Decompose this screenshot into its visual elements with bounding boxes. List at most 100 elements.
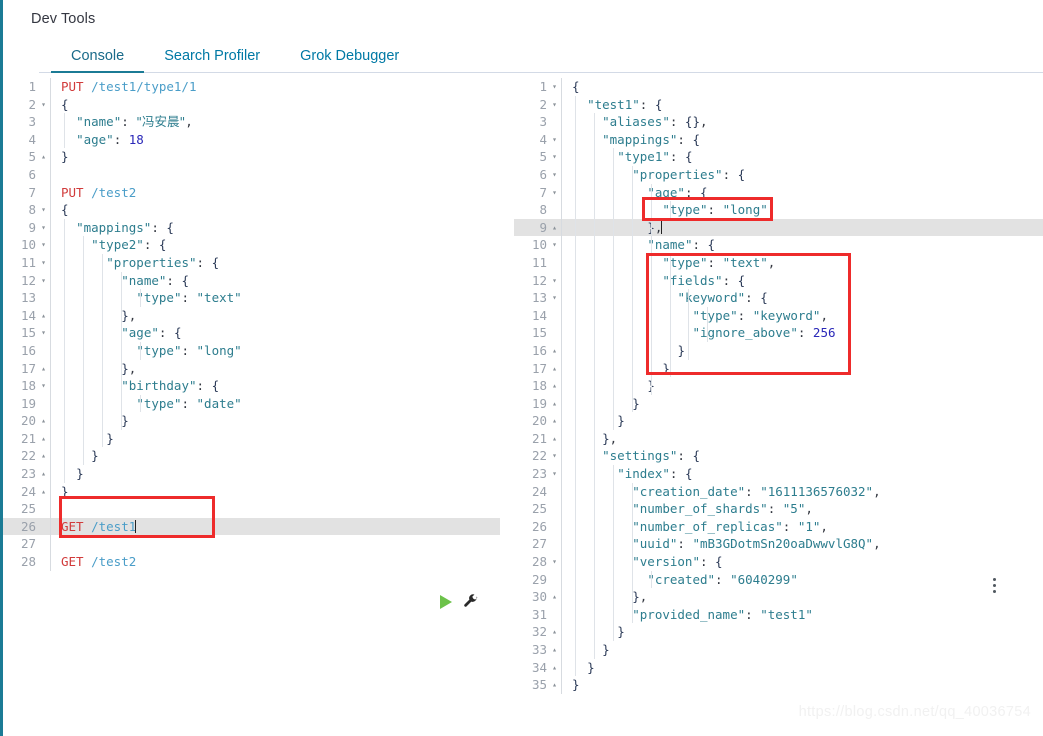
code-line[interactable]: 13 ▾ "keyword": { — [514, 289, 1043, 307]
code-line[interactable]: 3 "aliases": {}, — [514, 113, 1043, 131]
code-line[interactable]: 1 PUT /test1/type1/1 — [3, 78, 500, 96]
code-line[interactable]: 20 ▴ } — [514, 412, 1043, 430]
fold-toggle-icon[interactable]: ▾ — [548, 447, 561, 465]
code-line[interactable]: 27 — [3, 535, 500, 554]
code-line[interactable]: 16 ▴ } — [514, 341, 1043, 360]
fold-toggle-icon[interactable]: ▾ — [37, 96, 50, 114]
code-line[interactable]: 28 ▾ "version": { — [514, 553, 1043, 571]
fold-toggle-icon[interactable]: ▾ — [548, 166, 561, 184]
code-line[interactable]: 29 "created": "6040299" — [514, 570, 1043, 589]
code-line[interactable]: 26 GET /test1 — [3, 517, 500, 536]
code-line[interactable]: 19 ▴ } — [514, 394, 1043, 413]
fold-toggle-icon[interactable]: ▾ — [548, 465, 561, 483]
code-line[interactable]: 11 "type": "text", — [514, 253, 1043, 272]
code-line[interactable]: 21 ▴ }, — [514, 429, 1043, 448]
code-line[interactable]: 28 GET /test2 — [3, 553, 500, 571]
fold-toggle-icon[interactable]: ▴ — [548, 676, 561, 694]
code-line[interactable]: 19 "type": "date" — [3, 394, 500, 413]
fold-toggle-icon[interactable]: ▾ — [548, 96, 561, 114]
code-line[interactable]: 14 ▴ }, — [3, 306, 500, 325]
code-line[interactable]: 6 ▾ "properties": { — [514, 165, 1043, 184]
fold-toggle-icon[interactable]: ▴ — [37, 447, 50, 465]
send-request-play-button[interactable] — [440, 594, 452, 609]
code-line[interactable]: 5 ▾ "type1": { — [514, 148, 1043, 166]
code-line[interactable]: 31 "provided_name": "test1" — [514, 605, 1043, 624]
fold-toggle-icon[interactable]: ▾ — [37, 254, 50, 272]
request-code-area[interactable]: 1 PUT /test1/type1/1 2 ▾{3 "name": "冯安晨", 4 … — [3, 78, 500, 736]
tab-console[interactable]: Console — [51, 42, 145, 73]
code-line[interactable]: 10 ▾ "name": { — [514, 236, 1043, 254]
fold-toggle-icon[interactable]: ▴ — [548, 623, 561, 641]
fold-toggle-icon[interactable]: ▴ — [37, 148, 50, 166]
code-line[interactable]: 5 ▴} — [3, 148, 500, 166]
code-line[interactable]: 14 "type": "keyword", — [514, 306, 1043, 325]
fold-toggle-icon[interactable]: ▾ — [548, 78, 561, 96]
fold-toggle-icon[interactable]: ▴ — [37, 483, 50, 501]
code-line[interactable]: 22 ▾ "settings": { — [514, 447, 1043, 466]
code-line[interactable]: 26 "number_of_replicas": "1", — [514, 517, 1043, 536]
code-line[interactable]: 15 "ignore_above": 256 — [514, 324, 1043, 342]
code-line[interactable]: 8 ▾ { — [3, 201, 500, 219]
code-line[interactable]: 25 — [3, 500, 500, 518]
fold-toggle-icon[interactable]: ▴ — [548, 641, 561, 659]
fold-toggle-icon[interactable]: ▴ — [37, 430, 50, 448]
code-line[interactable]: 1 ▾ { — [514, 78, 1043, 96]
fold-toggle-icon[interactable]: ▴ — [37, 465, 50, 483]
request-options-wrench-button[interactable] — [462, 593, 479, 610]
code-line[interactable]: 9▴ }, — [514, 218, 1043, 237]
code-line[interactable]: 12 ▾ "fields": { — [514, 271, 1043, 290]
code-line[interactable]: 6 — [3, 165, 500, 184]
fold-toggle-icon[interactable]: ▾ — [37, 201, 50, 219]
code-line[interactable]: 32 ▴ } — [514, 623, 1043, 641]
fold-toggle-icon[interactable]: ▾ — [548, 236, 561, 254]
response-pane[interactable]: 1 ▾{2 ▾ "test1": {3 "aliases": {}, 4 ▾ "mapp… — [514, 78, 1043, 736]
code-line[interactable]: 25 "number_of_shards": "5", — [514, 500, 1043, 518]
code-line[interactable]: 34 ▴ } — [514, 658, 1043, 677]
fold-toggle-icon[interactable]: ▾ — [548, 289, 561, 307]
fold-toggle-icon[interactable]: ▾ — [548, 131, 561, 149]
fold-toggle-icon[interactable]: ▴ — [548, 219, 561, 237]
code-line[interactable]: 13 "type": "text" — [3, 289, 500, 307]
code-line[interactable]: 21 ▴ } — [3, 429, 500, 448]
code-line[interactable]: 23 ▾ "index": { — [514, 465, 1043, 483]
fold-toggle-icon[interactable]: ▾ — [37, 324, 50, 342]
code-line[interactable]: 24 "creation_date": "1611136576032", — [514, 482, 1043, 501]
code-line[interactable]: 27 "uuid": "mB3GDotmSn20oaDwwvlG8Q", — [514, 535, 1043, 554]
fold-toggle-icon[interactable]: ▾ — [37, 236, 50, 254]
fold-toggle-icon[interactable]: ▴ — [548, 360, 561, 378]
response-code-area[interactable]: 1 ▾{2 ▾ "test1": {3 "aliases": {}, 4 ▾ "mapp… — [514, 78, 1043, 736]
fold-toggle-icon[interactable]: ▾ — [548, 184, 561, 202]
tab-grok-debugger[interactable]: Grok Debugger — [280, 42, 419, 73]
code-line[interactable]: 15 ▾ "age": { — [3, 324, 500, 342]
code-line[interactable]: 30 ▴ }, — [514, 588, 1043, 606]
code-line[interactable]: 11 ▾ "properties": { — [3, 253, 500, 272]
fold-toggle-icon[interactable]: ▾ — [548, 553, 561, 571]
fold-toggle-icon[interactable]: ▴ — [37, 360, 50, 378]
code-line[interactable]: 16 "type": "long" — [3, 341, 500, 360]
code-line[interactable]: 7 ▾ "age": { — [514, 183, 1043, 202]
code-line[interactable]: 10 ▾ "type2": { — [3, 236, 500, 254]
request-pane[interactable]: 1 PUT /test1/type1/1 2 ▾{3 "name": "冯安晨", 4 … — [3, 78, 500, 736]
code-line[interactable]: 2 ▾ { — [3, 95, 500, 114]
fold-toggle-icon[interactable]: ▴ — [37, 307, 50, 325]
pane-resize-handle[interactable] — [989, 575, 999, 596]
fold-toggle-icon[interactable]: ▾ — [37, 219, 50, 237]
fold-toggle-icon[interactable]: ▴ — [548, 377, 561, 395]
code-line[interactable]: 8 "type": "long" — [514, 201, 1043, 219]
fold-toggle-icon[interactable]: ▾ — [548, 148, 561, 166]
code-line[interactable]: 18▴ } — [514, 377, 1043, 395]
fold-toggle-icon[interactable]: ▴ — [548, 412, 561, 430]
code-line[interactable]: 9 ▾ "mappings": { — [3, 218, 500, 237]
fold-toggle-icon[interactable]: ▴ — [548, 588, 561, 606]
code-line[interactable]: 24 ▴} — [3, 482, 500, 501]
code-line[interactable]: 4 ▾ "mappings": { — [514, 130, 1043, 149]
code-line[interactable]: 12 ▾ "name": { — [3, 271, 500, 290]
code-line[interactable]: 20 ▴ } — [3, 412, 500, 430]
code-line[interactable]: 22 ▴ } — [3, 447, 500, 466]
code-line[interactable]: 17 ▴ } — [514, 359, 1043, 378]
fold-toggle-icon[interactable]: ▴ — [548, 342, 561, 360]
code-line[interactable]: 23 ▴ } — [3, 465, 500, 483]
fold-toggle-icon[interactable]: ▴ — [548, 430, 561, 448]
code-line[interactable]: 3 "name": "冯安晨", — [3, 113, 500, 131]
tab-search-profiler[interactable]: Search Profiler — [144, 42, 280, 73]
